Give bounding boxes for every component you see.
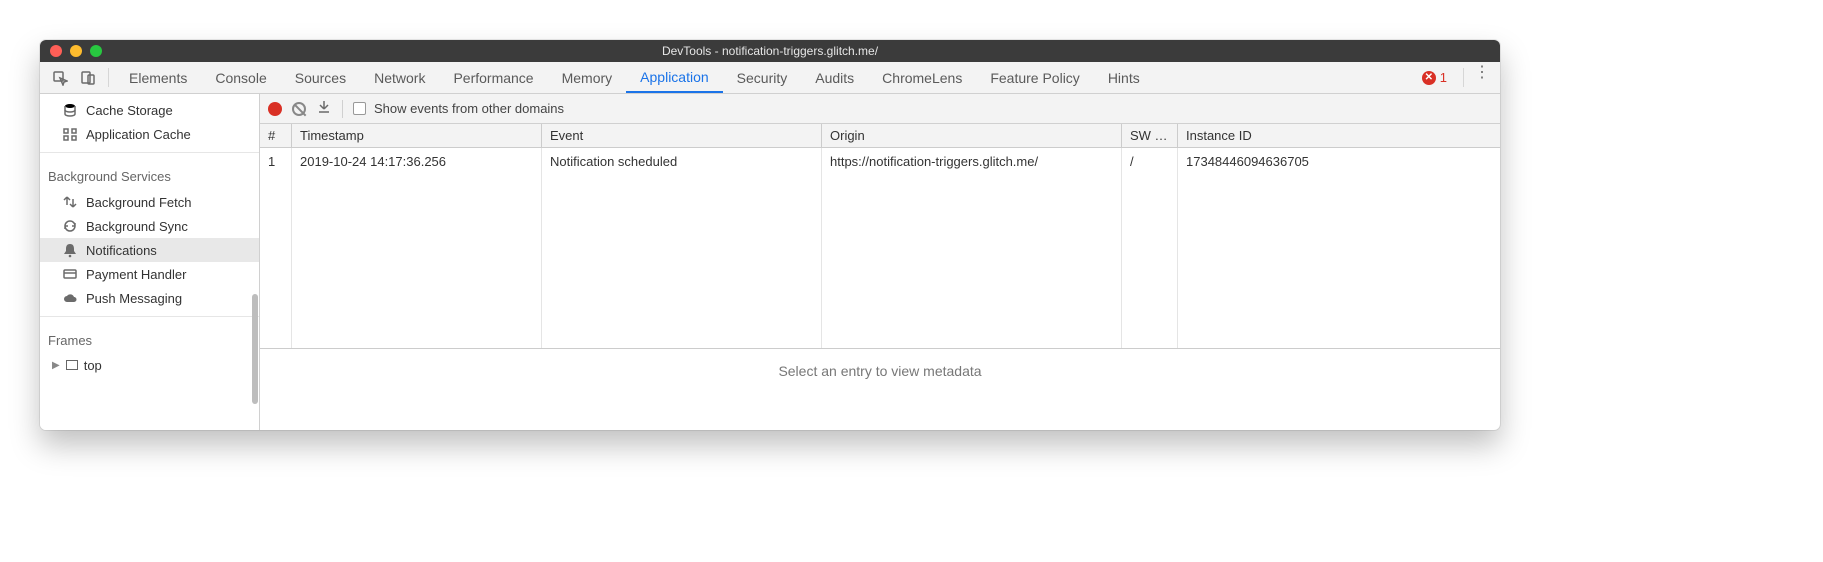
traffic-lights <box>50 45 102 57</box>
transfer-icon <box>62 194 78 210</box>
window-minimize-button[interactable] <box>70 45 82 57</box>
disclosure-triangle-icon: ▶ <box>52 360 60 371</box>
scrollbar-thumb[interactable] <box>252 294 258 404</box>
tab-memory[interactable]: Memory <box>548 62 627 93</box>
record-button[interactable] <box>268 102 282 116</box>
grid-icon <box>62 126 78 142</box>
download-button[interactable] <box>316 99 332 118</box>
error-icon: ✕ <box>1422 71 1436 85</box>
sidebar-item-push-messaging[interactable]: Push Messaging <box>40 286 259 310</box>
sidebar-item-application-cache[interactable]: Application Cache <box>40 122 259 146</box>
divider <box>40 152 259 153</box>
sidebar-item-label: Application Cache <box>86 127 191 142</box>
sidebar-item-label: Notifications <box>86 243 157 258</box>
cell-origin: https://notification-triggers.glitch.me/ <box>822 148 1122 348</box>
checkbox-icon <box>353 102 366 115</box>
col-num[interactable]: # <box>260 124 292 147</box>
tab-elements[interactable]: Elements <box>115 62 201 93</box>
bell-icon <box>62 242 78 258</box>
application-sidebar: Cache Storage Application Cache Backgrou… <box>40 94 260 430</box>
frame-label: top <box>84 358 102 373</box>
cell-sw: / <box>1122 148 1178 348</box>
tab-sources[interactable]: Sources <box>281 62 360 93</box>
tab-performance[interactable]: Performance <box>439 62 547 93</box>
sidebar-item-frame-top[interactable]: ▶ top <box>40 354 259 376</box>
show-other-domains-checkbox[interactable]: Show events from other domains <box>353 101 564 116</box>
checkbox-label: Show events from other domains <box>374 101 564 116</box>
tab-audits[interactable]: Audits <box>801 62 868 93</box>
device-toolbar-icon[interactable] <box>74 62 102 93</box>
tab-network[interactable]: Network <box>360 62 439 93</box>
sidebar-item-background-fetch[interactable]: Background Fetch <box>40 190 259 214</box>
tab-feature-policy[interactable]: Feature Policy <box>976 62 1093 93</box>
table-row[interactable]: 1 2019-10-24 14:17:36.256 Notification s… <box>260 148 1500 348</box>
more-menu-icon[interactable]: ⋮ <box>1470 62 1494 93</box>
error-count: 1 <box>1440 70 1447 85</box>
sidebar-item-cache-storage[interactable]: Cache Storage <box>40 98 259 122</box>
separator <box>342 100 343 118</box>
sidebar-item-label: Push Messaging <box>86 291 182 306</box>
metadata-placeholder: Select an entry to view metadata <box>260 349 1500 393</box>
sidebar-item-payment-handler[interactable]: Payment Handler <box>40 262 259 286</box>
sidebar-section-background-services: Background Services <box>40 159 259 190</box>
panel-tabs: Elements Console Sources Network Perform… <box>115 62 1154 93</box>
events-toolbar: Show events from other domains <box>260 94 1500 124</box>
titlebar: DevTools - notification-triggers.glitch.… <box>40 40 1500 62</box>
col-timestamp[interactable]: Timestamp <box>292 124 542 147</box>
window-maximize-button[interactable] <box>90 45 102 57</box>
tab-application[interactable]: Application <box>626 62 723 93</box>
divider <box>40 316 259 317</box>
sidebar-item-label: Background Fetch <box>86 195 192 210</box>
col-instance-id[interactable]: Instance ID <box>1178 124 1500 147</box>
sync-icon <box>62 218 78 234</box>
devtools-window: DevTools - notification-triggers.glitch.… <box>40 40 1500 430</box>
sidebar-item-label: Cache Storage <box>86 103 173 118</box>
inspect-element-icon[interactable] <box>46 62 74 93</box>
events-table-body: 1 2019-10-24 14:17:36.256 Notification s… <box>260 148 1500 348</box>
credit-card-icon <box>62 266 78 282</box>
sidebar-item-background-sync[interactable]: Background Sync <box>40 214 259 238</box>
cloud-icon <box>62 290 78 306</box>
main-panel: Show events from other domains # Timesta… <box>260 94 1500 430</box>
separator <box>1463 68 1464 87</box>
error-indicator[interactable]: ✕ 1 <box>1422 62 1457 93</box>
sidebar-section-frames: Frames <box>40 323 259 354</box>
sidebar-item-notifications[interactable]: Notifications <box>40 238 259 262</box>
sidebar-item-label: Background Sync <box>86 219 188 234</box>
main-tabbar: Elements Console Sources Network Perform… <box>40 62 1500 94</box>
window-title: DevTools - notification-triggers.glitch.… <box>662 44 878 58</box>
tab-security[interactable]: Security <box>723 62 802 93</box>
sidebar-item-label: Payment Handler <box>86 267 186 282</box>
tab-console[interactable]: Console <box>201 62 280 93</box>
tab-chromelens[interactable]: ChromeLens <box>868 62 976 93</box>
col-sw-scope[interactable]: SW … <box>1122 124 1178 147</box>
cell-instance: 17348446094636705 <box>1178 148 1500 348</box>
database-icon <box>62 102 78 118</box>
cell-num: 1 <box>260 148 292 348</box>
tab-hints[interactable]: Hints <box>1094 62 1154 93</box>
col-origin[interactable]: Origin <box>822 124 1122 147</box>
clear-button[interactable] <box>292 102 306 116</box>
separator <box>108 68 109 87</box>
cell-event: Notification scheduled <box>542 148 822 348</box>
events-table-header: # Timestamp Event Origin SW … Instance I… <box>260 124 1500 148</box>
cell-timestamp: 2019-10-24 14:17:36.256 <box>292 148 542 348</box>
frame-icon <box>66 360 78 370</box>
window-close-button[interactable] <box>50 45 62 57</box>
col-event[interactable]: Event <box>542 124 822 147</box>
